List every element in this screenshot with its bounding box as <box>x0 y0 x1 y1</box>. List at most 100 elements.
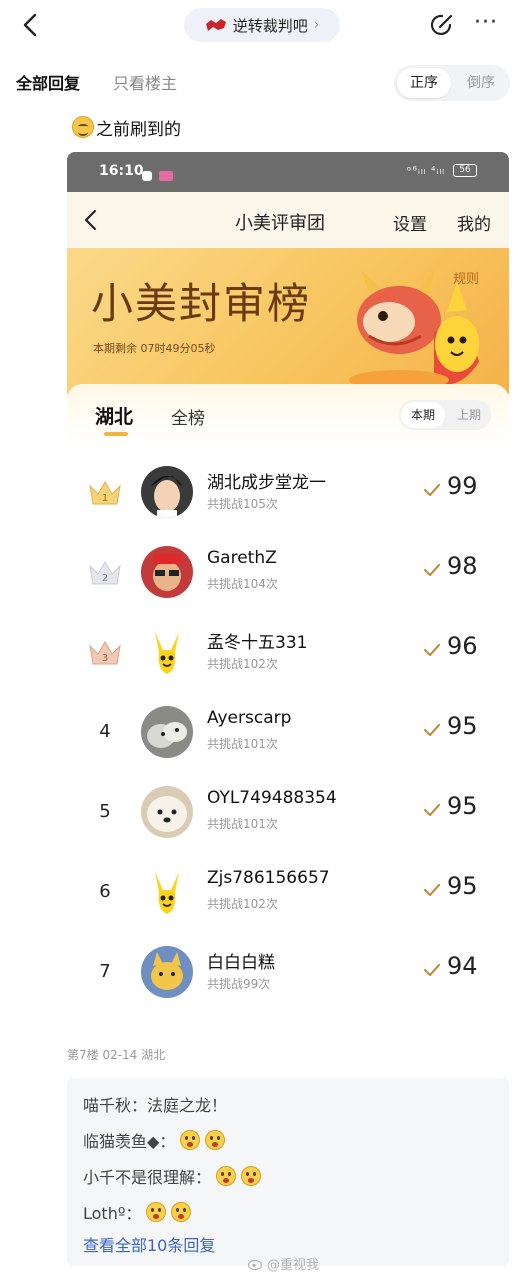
avatar[interactable] <box>141 946 193 998</box>
sub-reply[interactable]: Lothº： <box>83 1200 192 1224</box>
forum-pill[interactable]: 逆转裁判吧 › <box>184 8 340 42</box>
check-icon <box>423 563 441 577</box>
silver-crown-icon: 2 <box>89 561 121 585</box>
watermark-text: @重视我 <box>267 1258 320 1273</box>
post-text-content: 之前刷到的 <box>96 119 181 140</box>
check-icon <box>423 723 441 737</box>
challenge-count: 共挑战99次 <box>207 977 271 991</box>
tab-region[interactable]: 湖北 <box>95 402 133 429</box>
reply-tabs: 全部回复 只看楼主 正序 倒序 <box>0 62 524 102</box>
leaderboard: 湖北 全榜 本期 上期 1 湖北成步堂龙一 共挑战105次 99 2 Garet… <box>67 384 509 1034</box>
app-notification-icon <box>159 171 173 181</box>
surprised-emoji-icon <box>241 1166 262 1186</box>
gold-crown-icon: 1 <box>89 481 121 505</box>
leaderboard-row[interactable]: 2 GarethZ 共挑战104次 98 <box>67 534 509 614</box>
rank-badge: 1 <box>87 476 123 512</box>
check-icon <box>423 963 441 977</box>
user-name: Ayerscarp <box>207 708 292 728</box>
avatar[interactable] <box>141 546 193 598</box>
reply-author: 小千不是很理解： <box>83 1168 212 1187</box>
top-bar: 逆转裁判吧 › ··· <box>0 0 524 52</box>
sub-reply[interactable]: 喵千秋： 法庭之龙！ <box>83 1092 227 1116</box>
signal-icons: ᵒ⁶ᵢₗₗ ⁴ᵢₗₗ <box>406 164 445 177</box>
status-time: 16:10 <box>99 163 144 179</box>
share-button[interactable] <box>428 11 456 39</box>
check-icon <box>423 803 441 817</box>
challenge-count: 共挑战102次 <box>207 657 278 671</box>
back-icon[interactable] <box>81 208 101 232</box>
floor-meta: 第7楼 02-14 湖北 <box>67 1048 166 1062</box>
user-name: Zjs786156657 <box>207 868 330 888</box>
score: 99 <box>447 472 478 500</box>
challenge-count: 共挑战102次 <box>207 897 278 911</box>
score: 98 <box>447 552 478 580</box>
tab-all-board[interactable]: 全榜 <box>171 404 205 429</box>
score: 95 <box>447 792 478 820</box>
order-asc-button[interactable]: 正序 <box>397 68 451 98</box>
avatar[interactable] <box>141 706 193 758</box>
challenge-count: 共挑战104次 <box>207 577 278 591</box>
smile-emoji-icon <box>72 116 94 138</box>
period-current-button[interactable]: 本期 <box>401 402 445 428</box>
back-button[interactable] <box>18 12 44 38</box>
chevron-left-icon <box>23 13 37 37</box>
rank-number: 7 <box>99 961 111 982</box>
rank-number: 3 <box>102 653 108 664</box>
post-text: 之前刷到的 <box>72 114 181 140</box>
tab-all-replies[interactable]: 全部回复 <box>16 70 80 94</box>
avatar[interactable] <box>141 626 193 678</box>
period-prev-button[interactable]: 上期 <box>447 402 491 428</box>
view-all-replies-link[interactable]: 查看全部10条回复 <box>83 1232 215 1256</box>
banner-countdown: 本期剩余 07时49分05秒 <box>93 342 216 355</box>
rank-number: 2 <box>102 573 108 584</box>
avatar[interactable] <box>141 786 193 838</box>
status-bar: 16:10 ᵒ⁶ᵢₗₗ ⁴ᵢₗₗ 56 <box>67 152 509 192</box>
avatar[interactable] <box>141 866 193 918</box>
leaderboard-row[interactable]: 6 Zjs786156657 共挑战102次 95 <box>67 854 509 934</box>
surprised-emoji-icon <box>216 1166 237 1186</box>
reply-author: 喵千秋： <box>83 1096 148 1115</box>
challenge-count: 共挑战105次 <box>207 497 278 511</box>
sub-reply[interactable]: 临猫羡鱼◆： <box>83 1128 226 1152</box>
bronze-crown-icon: 3 <box>89 641 121 665</box>
leaderboard-row[interactable]: 4 Ayerscarp 共挑战101次 95 <box>67 694 509 774</box>
user-name: GarethZ <box>207 548 277 568</box>
order-toggle: 正序 倒序 <box>394 65 510 101</box>
banner-title: 小美封审榜 <box>91 279 312 328</box>
user-name: OYL749488354 <box>207 788 337 808</box>
edit-share-icon <box>430 14 453 36</box>
leaderboard-row[interactable]: 3 孟冬十五331 共挑战102次 96 <box>67 614 509 694</box>
app-title: 小美评审团 <box>235 213 325 234</box>
avatar[interactable] <box>141 466 193 518</box>
tab-host-only[interactable]: 只看楼主 <box>113 70 177 94</box>
period-toggle: 本期 上期 <box>399 400 491 430</box>
leaderboard-banner: 小美封审榜 本期剩余 07时49分05秒 规则 <box>67 248 509 394</box>
settings-link[interactable]: 设置 <box>393 210 427 235</box>
rank-number: 5 <box>99 801 111 822</box>
embedded-screenshot[interactable]: 16:10 ᵒ⁶ᵢₗₗ ⁴ᵢₗₗ 56 小美评审团 设置 我的 小美封审榜 本期… <box>67 152 509 1034</box>
score: 96 <box>447 632 478 660</box>
check-icon <box>423 643 441 657</box>
rank-badge: 2 <box>87 556 123 592</box>
notification-icon <box>142 171 152 181</box>
chevron-right-icon: › <box>313 17 320 33</box>
rank-number: 6 <box>99 881 111 902</box>
check-icon <box>423 483 441 497</box>
user-name: 白白白糕 <box>207 953 275 973</box>
more-button[interactable]: ··· <box>470 10 502 38</box>
forum-name: 逆转裁判吧 <box>232 16 308 35</box>
sub-reply[interactable]: 小千不是很理解： <box>83 1164 262 1188</box>
reply-text: 法庭之龙！ <box>147 1096 228 1115</box>
challenge-count: 共挑战101次 <box>207 737 278 751</box>
rank-badge: 3 <box>87 636 123 672</box>
reply-author: Lothº： <box>83 1204 142 1223</box>
tab-indicator <box>104 432 128 436</box>
leaderboard-row[interactable]: 1 湖北成步堂龙一 共挑战105次 99 <box>67 454 509 534</box>
leaderboard-row[interactable]: 7 白白白糕 共挑战99次 94 <box>67 934 509 1014</box>
challenge-count: 共挑战101次 <box>207 817 278 831</box>
leaderboard-row[interactable]: 5 OYL749488354 共挑战101次 95 <box>67 774 509 854</box>
surprised-emoji-icon <box>205 1130 226 1150</box>
mine-link[interactable]: 我的 <box>457 210 491 235</box>
order-desc-button[interactable]: 倒序 <box>454 68 508 98</box>
user-name: 湖北成步堂龙一 <box>207 473 326 493</box>
